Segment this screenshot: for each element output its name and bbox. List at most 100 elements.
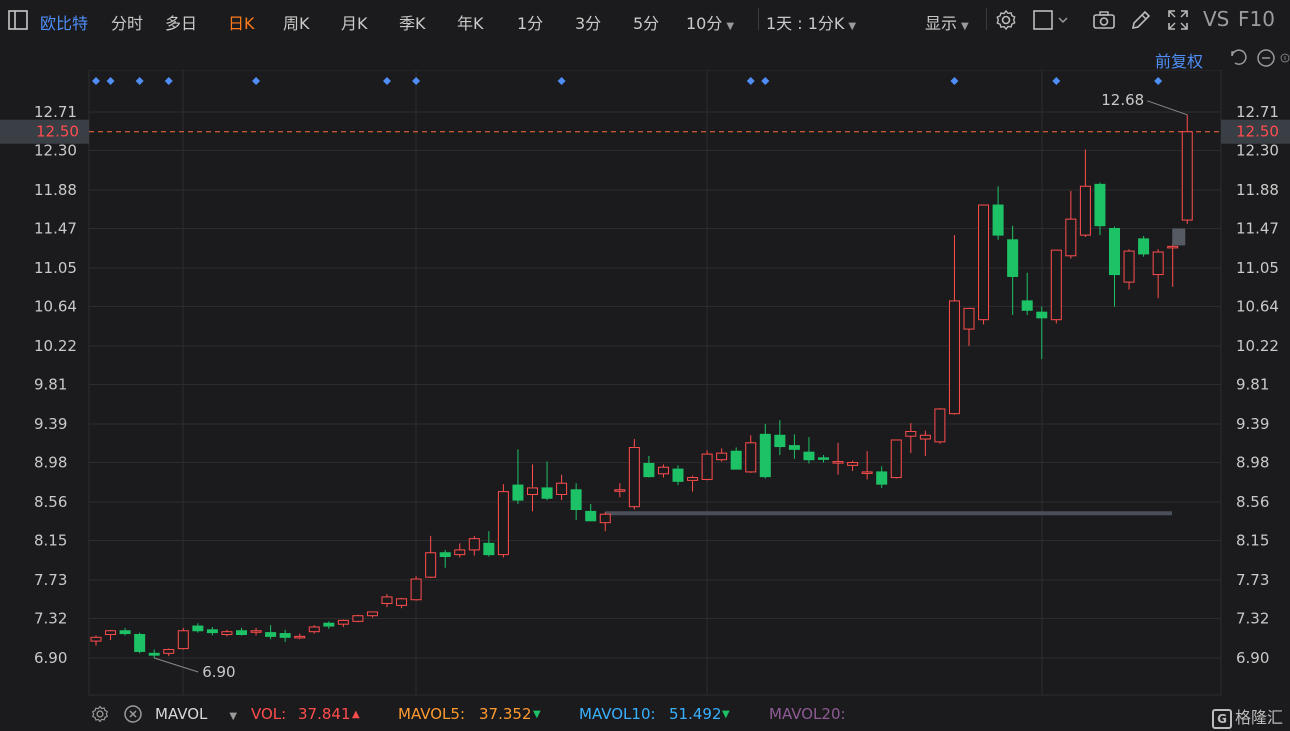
candle-body bbox=[221, 631, 233, 636]
event-marker-icon bbox=[761, 77, 770, 85]
settings-icon[interactable] bbox=[90, 704, 110, 728]
display-label: 显示 bbox=[925, 14, 958, 33]
tab-zhouk[interactable]: 周K bbox=[283, 10, 310, 34]
y-tick-label-left: 10.22 bbox=[34, 337, 77, 355]
candle-body bbox=[1094, 183, 1106, 227]
tab-niank[interactable]: 年K bbox=[457, 10, 484, 34]
divider bbox=[758, 8, 759, 30]
candle-body bbox=[1021, 300, 1033, 311]
tab-duori[interactable]: 多日 bbox=[165, 10, 197, 34]
candle-body bbox=[759, 433, 771, 478]
tab-fenshi[interactable]: 分时 bbox=[111, 10, 143, 34]
candle-body bbox=[1036, 311, 1048, 319]
y-tick-label-left: 12.30 bbox=[34, 142, 77, 160]
mavol10-label: MAVOL10: bbox=[579, 705, 656, 723]
interval-select[interactable]: 1天 : 1分K ▼ bbox=[766, 10, 856, 34]
plot-frame bbox=[88, 70, 1222, 696]
indicator-name: MAVOL bbox=[155, 705, 208, 723]
candle-body bbox=[439, 552, 451, 558]
y-tick-label-right: 11.88 bbox=[1236, 181, 1279, 199]
tab-3min[interactable]: 3分 bbox=[575, 10, 601, 34]
candle-body bbox=[1138, 238, 1150, 255]
candle-body bbox=[468, 538, 480, 551]
y-tick-label-left: 9.81 bbox=[34, 376, 67, 394]
candle-body bbox=[352, 615, 364, 622]
settings-icon[interactable] bbox=[994, 8, 1018, 32]
fullscreen-icon[interactable] bbox=[1166, 8, 1190, 32]
f10-button[interactable]: F10 bbox=[1238, 7, 1275, 31]
candle-body bbox=[948, 300, 960, 415]
current-price-label-left: 12.50 bbox=[36, 123, 79, 141]
y-tick-label-right: 8.56 bbox=[1236, 493, 1269, 511]
zoom-out-icon[interactable] bbox=[1256, 48, 1276, 68]
chevron-down-icon: ▼ bbox=[961, 21, 969, 32]
candlestick-chart[interactable]: 12.71 12.71 12.30 12.30 11.88 11.88 11.47 11.47… bbox=[0, 70, 1290, 697]
candle-body bbox=[614, 489, 626, 492]
candle-body bbox=[657, 466, 669, 475]
cursor-highlight bbox=[1172, 228, 1186, 246]
display-dropdown[interactable]: 显示 ▼ bbox=[925, 10, 969, 34]
candle-body bbox=[570, 489, 582, 511]
y-tick-label-right: 12.30 bbox=[1236, 142, 1279, 160]
candle-body bbox=[905, 431, 917, 437]
candle-body bbox=[396, 598, 408, 606]
mavol5-label: MAVOL5: bbox=[398, 705, 466, 723]
tab-rik[interactable]: 日K bbox=[228, 10, 255, 34]
candle-body bbox=[425, 552, 437, 578]
candle-body bbox=[1050, 249, 1062, 321]
candle-body bbox=[643, 462, 655, 478]
candle-body bbox=[308, 626, 320, 633]
y-tick-label-right: 7.73 bbox=[1236, 571, 1269, 589]
close-icon[interactable] bbox=[123, 704, 143, 728]
candle-body bbox=[527, 487, 538, 495]
event-marker-icon bbox=[746, 77, 755, 85]
y-tick-label-left: 8.98 bbox=[34, 454, 67, 472]
candle-body bbox=[687, 477, 699, 481]
candle-body bbox=[337, 619, 349, 625]
candle-body bbox=[1109, 228, 1120, 276]
camera-icon[interactable] bbox=[1092, 8, 1116, 32]
candle-body bbox=[919, 434, 931, 440]
event-marker-icon bbox=[950, 77, 959, 85]
logo-icon: G bbox=[1212, 709, 1232, 729]
watermark-logo: G 格隆汇 bbox=[1212, 704, 1283, 729]
candle-body bbox=[1079, 185, 1091, 236]
undo-icon[interactable] bbox=[1228, 48, 1248, 68]
vs-button[interactable]: VS bbox=[1203, 7, 1229, 31]
y-tick-label-right: 8.15 bbox=[1236, 532, 1269, 550]
stock-name[interactable]: 欧比特 bbox=[40, 10, 88, 34]
candle-body bbox=[497, 491, 509, 556]
candle-body bbox=[628, 446, 640, 508]
tab-5min[interactable]: 5分 bbox=[633, 10, 659, 34]
divider bbox=[986, 8, 987, 30]
high-annotation-label: 12.68 bbox=[1101, 91, 1144, 109]
y-tick-label-right: 12.71 bbox=[1236, 103, 1279, 121]
chevron-down-icon: ▼ bbox=[229, 711, 238, 722]
y-tick-label-left: 9.39 bbox=[34, 415, 67, 433]
tab-10min[interactable]: 10分 ▼ bbox=[686, 10, 734, 34]
y-tick-label-right: 6.90 bbox=[1236, 649, 1269, 667]
y-tick-label-right: 11.47 bbox=[1236, 220, 1279, 238]
candle-body bbox=[512, 484, 524, 501]
candle-body bbox=[818, 457, 829, 460]
fuquan-button[interactable]: 前复权 bbox=[1155, 48, 1203, 72]
y-tick-label-left: 8.56 bbox=[34, 493, 67, 511]
pencil-icon[interactable] bbox=[1129, 8, 1153, 32]
candle-body bbox=[1007, 239, 1019, 277]
square-icon[interactable] bbox=[1032, 8, 1072, 32]
indicator-select[interactable]: MAVOL ▼ bbox=[155, 705, 237, 723]
candle-body bbox=[978, 204, 990, 321]
tab-1min[interactable]: 1分 bbox=[517, 10, 543, 34]
zoom-in-icon[interactable] bbox=[1280, 48, 1290, 68]
candle-body bbox=[861, 471, 873, 474]
candle-body bbox=[774, 434, 786, 448]
y-tick-label-left: 11.05 bbox=[34, 259, 77, 277]
tab-jik[interactable]: 季K bbox=[399, 10, 426, 34]
candle-body bbox=[90, 636, 102, 642]
interval-select-label: 1天 : 1分K bbox=[766, 14, 845, 33]
sidebar-icon[interactable] bbox=[6, 8, 30, 32]
y-tick-label-left: 6.90 bbox=[34, 649, 67, 667]
candle-body bbox=[236, 630, 247, 636]
tab-yuek[interactable]: 月K bbox=[341, 10, 368, 34]
candle-body bbox=[381, 596, 393, 604]
